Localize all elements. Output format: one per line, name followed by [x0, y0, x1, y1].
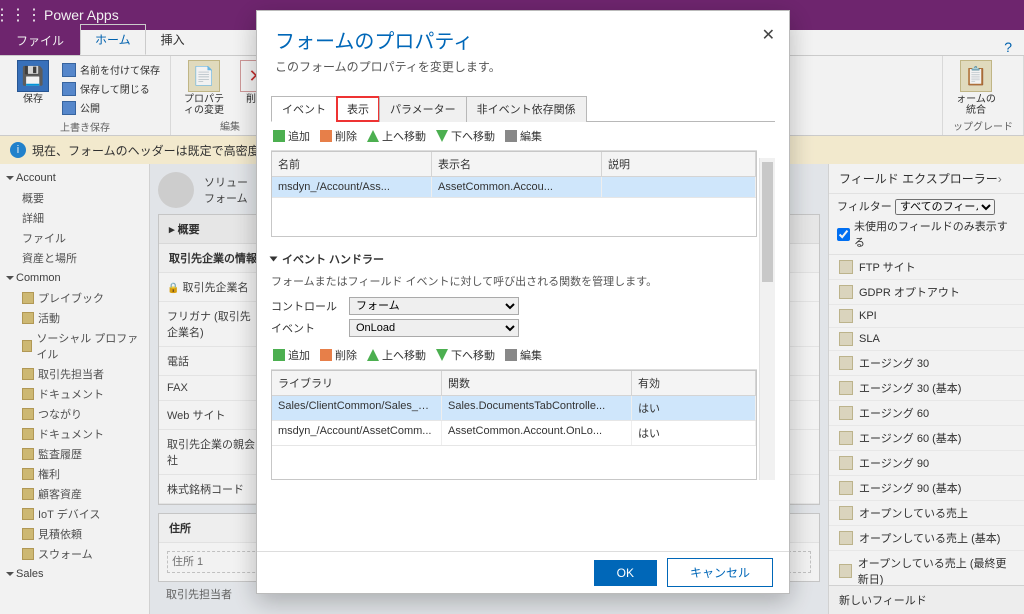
handlers-grid: ライブラリ 関数 有効 Sales/ClientCommon/Sales_Cl.…: [271, 370, 757, 480]
delete-handler-button[interactable]: 削除: [320, 347, 357, 363]
col-display: 表示名: [432, 152, 602, 176]
library-toolbar: 追加 削除 上へ移動 下へ移動 編集: [271, 122, 757, 151]
moveup-button[interactable]: 上へ移動: [367, 128, 426, 144]
event-label: イベント: [271, 320, 339, 336]
scrollbar[interactable]: [759, 158, 775, 480]
edit-handler-button[interactable]: 編集: [505, 347, 542, 363]
col-desc: 説明: [602, 152, 756, 176]
dialog-title: フォームのプロパティ: [275, 25, 771, 54]
col-function: 関数: [442, 371, 632, 395]
movedown-handler-button[interactable]: 下へ移動: [436, 347, 495, 363]
dialog-subtitle: このフォームのプロパティを変更します。: [275, 58, 771, 75]
libraries-grid: 名前 表示名 説明 msdyn_/Account/Ass... AssetCom…: [271, 151, 757, 237]
col-name: 名前: [272, 152, 432, 176]
add-button[interactable]: 追加: [273, 128, 310, 144]
section-desc: フォームまたはフィールド イベントに対して呼び出される関数を管理します。: [271, 273, 757, 289]
cancel-button[interactable]: キャンセル: [667, 558, 773, 587]
col-enabled: 有効: [632, 371, 756, 395]
form-properties-dialog: ✕ フォームのプロパティ このフォームのプロパティを変更します。 イベント 表示…: [256, 10, 790, 594]
tab-event[interactable]: イベント: [271, 96, 337, 122]
moveup-handler-button[interactable]: 上へ移動: [367, 347, 426, 363]
close-icon[interactable]: ✕: [762, 25, 775, 45]
control-select[interactable]: フォーム: [349, 297, 519, 315]
library-row[interactable]: msdyn_/Account/Ass... AssetCommon.Accou.…: [272, 177, 756, 198]
ok-button[interactable]: OK: [594, 560, 657, 586]
event-select[interactable]: OnLoad: [349, 319, 519, 337]
tab-parameters[interactable]: パラメーター: [379, 96, 467, 122]
add-handler-button[interactable]: 追加: [273, 347, 310, 363]
movedown-button[interactable]: 下へ移動: [436, 128, 495, 144]
event-handlers-section: イベント ハンドラー フォームまたはフィールド イベントに対して呼び出される関数…: [271, 251, 757, 337]
tab-display[interactable]: 表示: [336, 96, 380, 122]
handlers-toolbar: 追加 削除 上へ移動 下へ移動 編集: [271, 341, 757, 370]
handler-row[interactable]: msdyn_/Account/AssetComm... AssetCommon.…: [272, 421, 756, 446]
handler-row[interactable]: Sales/ClientCommon/Sales_Cl... Sales.Doc…: [272, 396, 756, 421]
dialog-footer: OK キャンセル: [257, 551, 789, 593]
dialog-tabs: イベント 表示 パラメーター 非イベント依存関係: [271, 95, 775, 122]
col-library: ライブラリ: [272, 371, 442, 395]
control-label: コントロール: [271, 298, 339, 314]
section-title: イベント ハンドラー: [271, 251, 757, 267]
edit-button[interactable]: 編集: [505, 128, 542, 144]
delete-button[interactable]: 削除: [320, 128, 357, 144]
tab-nonevent[interactable]: 非イベント依存関係: [466, 96, 587, 122]
